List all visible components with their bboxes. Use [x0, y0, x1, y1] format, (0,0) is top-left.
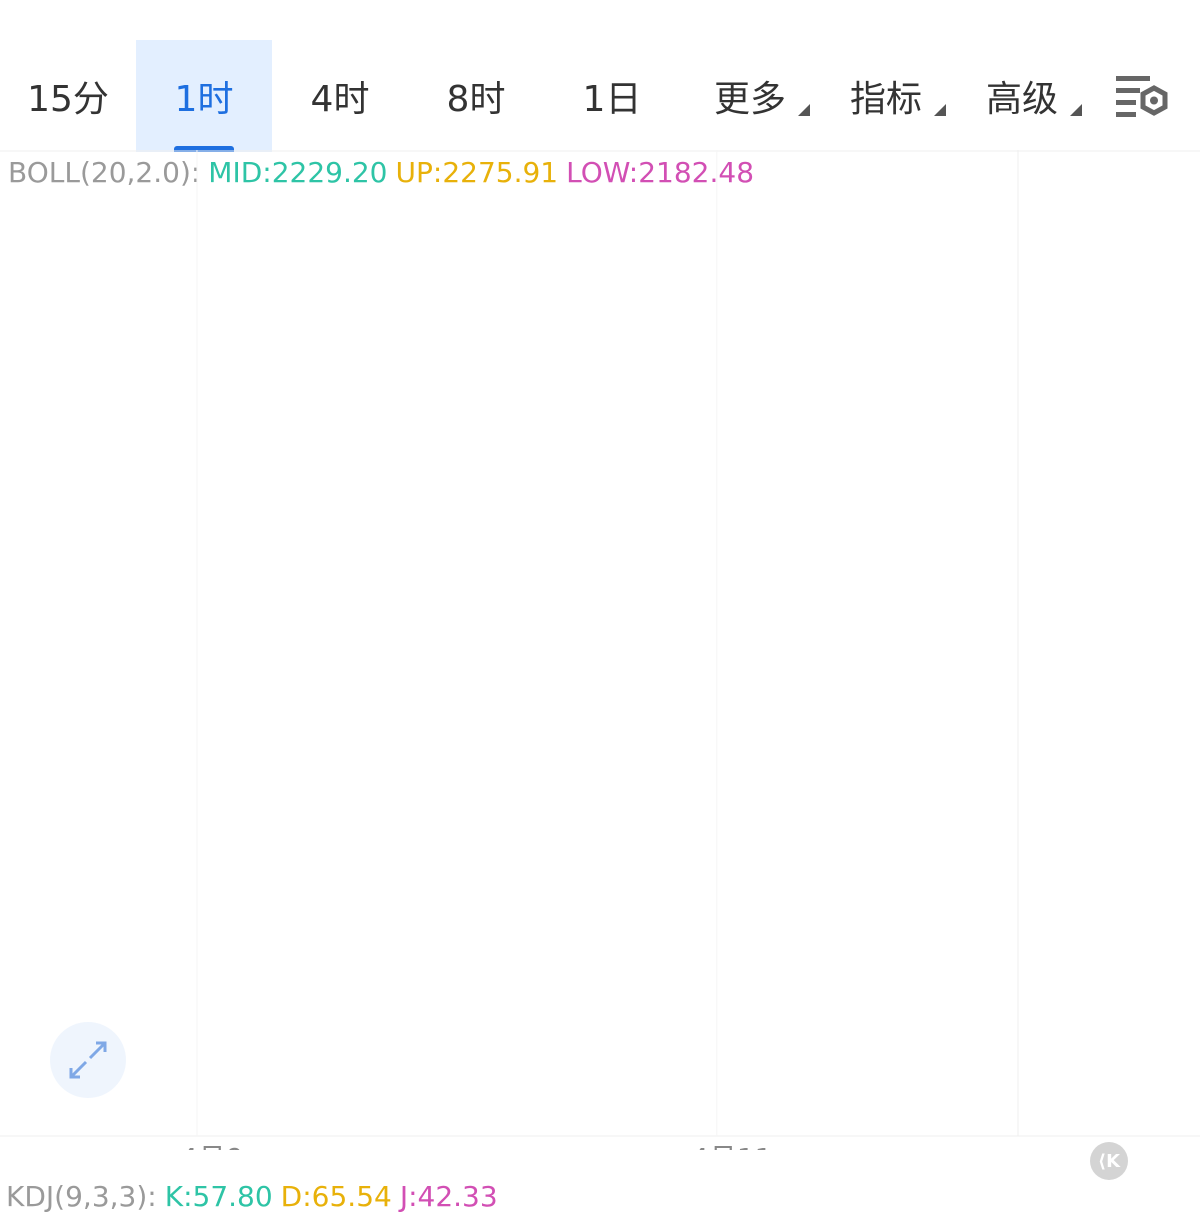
tab-label: 高级	[985, 79, 1058, 120]
tab-label: 1时	[174, 79, 234, 120]
tab-indicators[interactable]: 指标	[826, 40, 946, 152]
kdj-k: K:57.80	[164, 1180, 273, 1213]
tab-label: 1日	[582, 79, 642, 120]
x-tick-label: 4月9	[180, 1142, 244, 1150]
tab-1h[interactable]: 1时	[136, 40, 272, 152]
tab-label: 指标	[849, 79, 922, 120]
dropdown-triangle-icon	[934, 104, 946, 116]
tab-4h[interactable]: 4时	[272, 40, 408, 152]
tab-15m[interactable]: 15分	[0, 40, 136, 152]
kdj-j: J:42.33	[399, 1180, 498, 1213]
kdj-legend: KDJ(9,3,3): K:57.80 D:65.54 J:42.33	[6, 1180, 506, 1213]
tab-label: 4时	[310, 79, 370, 120]
kdj-d: D:65.54	[280, 1180, 392, 1213]
tab-more[interactable]: 更多	[690, 40, 810, 152]
tab-label: 8时	[446, 79, 506, 120]
tab-1d[interactable]: 1日	[544, 40, 680, 152]
kdj-name: KDJ(9,3,3):	[6, 1180, 157, 1213]
timeframe-tabs: 15分 1时 4时 8时 1日 更多 指标 高级	[0, 40, 1200, 152]
k-line-button[interactable]: ⟨K	[1090, 1142, 1128, 1180]
tab-label: 更多	[713, 79, 786, 120]
price-chart[interactable]: 205021002150220023004月94月112246.262273.0…	[0, 150, 1200, 1150]
tab-advanced[interactable]: 高级	[962, 40, 1082, 152]
expand-icon	[69, 1041, 107, 1079]
tab-8h[interactable]: 8时	[408, 40, 544, 152]
k-line-icon: ⟨K	[1097, 1150, 1121, 1172]
x-tick-label: 4月11	[691, 1142, 772, 1150]
tab-label: 15分	[27, 79, 109, 120]
dropdown-triangle-icon	[1070, 104, 1082, 116]
chart-settings-icon[interactable]	[1110, 70, 1174, 126]
expand-chart-button[interactable]	[50, 1022, 126, 1098]
dropdown-triangle-icon	[798, 104, 810, 116]
